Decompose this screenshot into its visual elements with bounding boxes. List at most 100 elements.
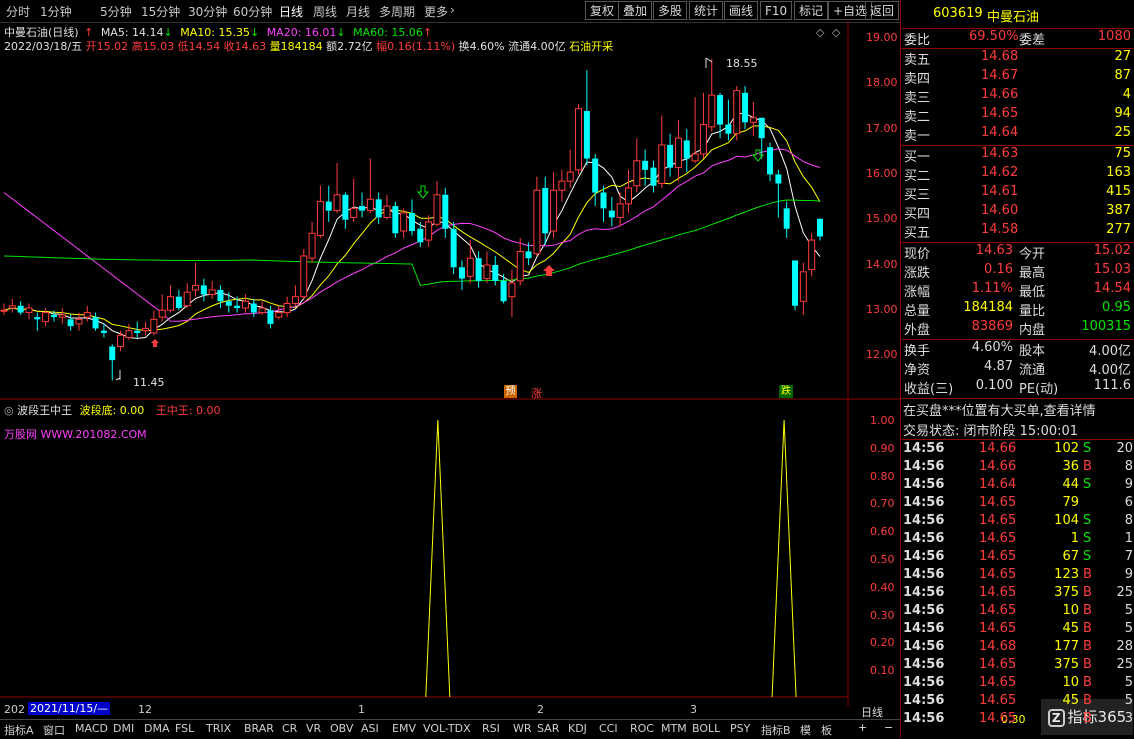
tick-price: 14.65	[979, 567, 1017, 582]
indicator-tab[interactable]: DMA	[144, 722, 170, 735]
bid-price: 14.60	[981, 203, 1019, 218]
indicator-tab[interactable]: ASI	[361, 722, 379, 735]
indicator-name[interactable]: 波段王中王	[17, 404, 72, 417]
tick-row[interactable]: 14:56 14.65 104 S 8	[901, 513, 1134, 531]
tick-time: 14:56	[903, 459, 945, 474]
indicator-tab[interactable]: 窗口	[43, 722, 65, 738]
ask-price: 14.65	[981, 106, 1019, 121]
bid-price: 14.62	[981, 165, 1019, 180]
candle	[366, 158, 374, 213]
candle	[400, 208, 408, 238]
ask-level-row[interactable]: 卖五 14.68 27	[901, 49, 1134, 68]
stat-label: 现价	[904, 247, 931, 262]
up-signal-arrow-icon	[151, 339, 159, 347]
candle	[508, 269, 516, 318]
indicator-tab[interactable]: TRIX	[206, 722, 231, 735]
tick-side: S	[1083, 513, 1092, 528]
tick-row[interactable]: 14:56 14.65 79 6	[901, 495, 1134, 513]
quote-stat-row: 涨幅 1.11% 最低 14.54	[901, 281, 1134, 300]
stat-value: 184184	[963, 300, 1013, 315]
tick-row[interactable]: 14:56 14.65 375 B 25	[901, 657, 1134, 675]
tick-row[interactable]: 14:56 14.65 123 B 9	[901, 567, 1134, 585]
stock-title: 中曼石油	[987, 10, 1040, 25]
ask-level-row[interactable]: 卖四 14.67 87	[901, 68, 1134, 87]
indicator-tab[interactable]: MACD	[75, 722, 108, 735]
bid-level-row[interactable]: 买一 14.63 75	[901, 146, 1134, 165]
tick-row[interactable]: 14:56 14.66 102 S 20	[901, 441, 1134, 459]
ask-level-row[interactable]: 卖二 14.65 94	[901, 106, 1134, 125]
bid-level-label: 买三	[904, 188, 931, 203]
indicator-tab[interactable]: PSY	[730, 722, 750, 735]
tick-row[interactable]: 14:56 14.65 45 B 5	[901, 621, 1134, 639]
indicator-tab[interactable]: KDJ	[568, 722, 587, 735]
tick-row[interactable]: 14:56 14.65 67 S 7	[901, 549, 1134, 567]
indicator-tab[interactable]: MTM	[661, 722, 687, 735]
zoom-out-button[interactable]: −	[884, 721, 893, 734]
bid-level-row[interactable]: 买五 14.58 277	[901, 222, 1134, 241]
stat-value: 15.03	[1093, 262, 1131, 277]
tick-time: 14:56	[903, 675, 945, 690]
fundamental-value: 4.00亿	[1089, 363, 1131, 378]
period-line-label[interactable]: 日线	[861, 704, 883, 720]
indicator-tab[interactable]: VR	[306, 722, 321, 735]
tick-row[interactable]: 14:56 14.66 36 B 8	[901, 459, 1134, 477]
candle	[34, 312, 41, 331]
candle	[558, 169, 566, 202]
candle	[442, 187, 449, 238]
indicator-tab[interactable]: 模	[800, 722, 811, 738]
indicator-settings-icon[interactable]: ◎	[4, 404, 14, 417]
fundamental-row: 净资 4.87 流通 4.00亿	[901, 359, 1134, 378]
notice-row[interactable]: 在买盘***位置有大买单,查看详情	[901, 400, 1134, 419]
indicator-tab[interactable]: 指标B	[761, 722, 791, 738]
indicator-tab[interactable]: WR	[513, 722, 532, 735]
tick-row[interactable]: 14:56 14.65 1 S 1	[901, 531, 1134, 549]
tick-row[interactable]: 14:56 14.65 B 3	[901, 711, 1134, 729]
stat-value: 100315	[1081, 319, 1131, 334]
stat-label: 涨跌	[904, 266, 931, 281]
ask-level-row[interactable]: 卖三 14.66 4	[901, 87, 1134, 106]
kline-chart[interactable]	[0, 0, 900, 720]
tick-count: 6	[1124, 495, 1133, 510]
indicator-tab[interactable]: EMV	[392, 722, 416, 735]
tick-time: 14:56	[903, 441, 945, 456]
bid-level-row[interactable]: 买三 14.61 415	[901, 184, 1134, 203]
fundamental-value: 4.00亿	[1089, 344, 1131, 359]
candle	[383, 194, 391, 220]
tick-row[interactable]: 14:56 14.65 10 B 5	[901, 675, 1134, 693]
stat-label: 外盘	[904, 323, 931, 338]
indicator-tab[interactable]: ROC	[630, 722, 654, 735]
indicator-tab[interactable]: FSL	[175, 722, 194, 735]
indicator-axis-label: 0.40	[870, 580, 895, 594]
indicator-tab[interactable]: SAR	[537, 722, 559, 735]
indicator-tab[interactable]: CCI	[599, 722, 618, 735]
indicator-tab[interactable]: RSI	[482, 722, 500, 735]
bid-volume: 75	[1114, 146, 1131, 161]
indicator-tab[interactable]: VOL-TDX	[423, 722, 471, 735]
quote-stat-row: 现价 14.63 今开 15.02	[901, 243, 1134, 262]
bid-level-label: 买五	[904, 226, 931, 241]
yu-badge: 预	[504, 385, 517, 398]
indicator-tab[interactable]: BRAR	[244, 722, 274, 735]
big-order-notice[interactable]: 在买盘***位置有大买单,查看详情	[903, 400, 1096, 419]
stat-value: 83869	[971, 319, 1013, 334]
indicator-tab[interactable]: DMI	[113, 722, 134, 735]
stat-value: 14.63	[975, 243, 1013, 258]
tick-row[interactable]: 14:56 14.65 10 B 5	[901, 603, 1134, 621]
candle	[158, 294, 166, 322]
tick-row[interactable]: 14:56 14.65 375 B 25	[901, 585, 1134, 603]
down-signal-arrow-icon	[416, 185, 430, 199]
indicator-tab[interactable]: OBV	[330, 722, 353, 735]
bid-level-row[interactable]: 买四 14.60 387	[901, 203, 1134, 222]
bid-level-row[interactable]: 买二 14.62 163	[901, 165, 1134, 184]
tick-row[interactable]: 14:56 14.65 45 B 5	[901, 693, 1134, 711]
indicator-tab[interactable]: CR	[282, 722, 297, 735]
bid-volume: 277	[1106, 222, 1131, 237]
tick-row[interactable]: 14:56 14.68 177 B 28	[901, 639, 1134, 657]
indicator-tab[interactable]: BOLL	[692, 722, 720, 735]
time-axis: 202 2021/11/15/— 12 1 2 3	[0, 700, 848, 718]
ask-level-row[interactable]: 卖一 14.64 25	[901, 125, 1134, 144]
tick-row[interactable]: 14:56 14.64 44 S 9	[901, 477, 1134, 495]
indicator-tab[interactable]: 指标A	[4, 722, 34, 738]
zoom-in-button[interactable]: +	[858, 721, 867, 734]
indicator-tab[interactable]: 板	[821, 722, 832, 738]
